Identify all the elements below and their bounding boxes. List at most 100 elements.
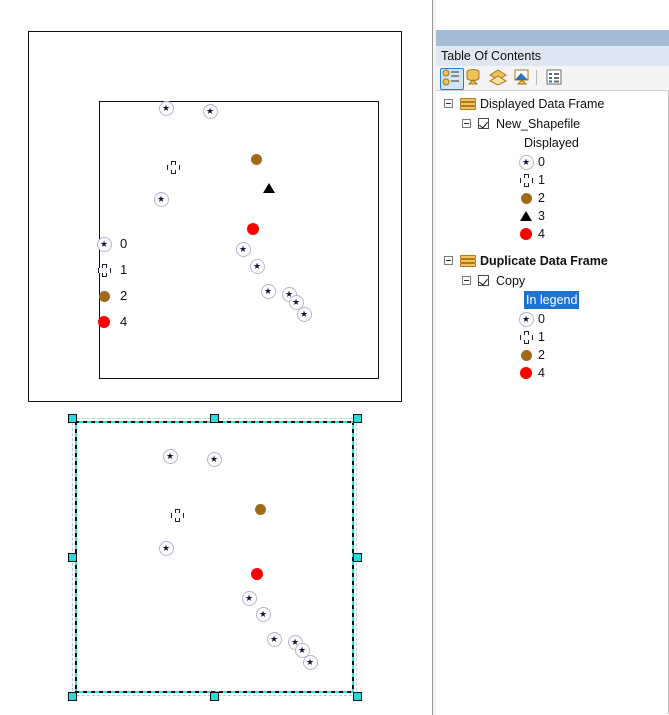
legend-value-label: 3 (538, 209, 545, 223)
cross-marker (97, 263, 111, 277)
legend-value-label: 0 (538, 312, 545, 326)
resize-handle[interactable] (67, 691, 77, 701)
legend-value-label: 4 (538, 366, 545, 380)
resize-handle[interactable] (67, 552, 77, 562)
circled-star-marker: ★ (266, 631, 282, 647)
legend-value-label: 2 (538, 191, 545, 205)
circled-star-marker: ★ (96, 236, 112, 252)
map-legend-value: 4 (120, 314, 128, 329)
panel-title-strip (436, 30, 669, 46)
toc-layer-node[interactable]: Copy (436, 272, 668, 290)
resize-handle[interactable] (210, 691, 219, 701)
toc-legend-row[interactable]: 2 (436, 189, 668, 207)
map-legend-value: 0 (120, 236, 128, 251)
resize-handle[interactable] (352, 691, 362, 701)
brown-dot-marker (520, 349, 532, 361)
toc-layer-node[interactable]: New_Shapefile (436, 115, 668, 133)
map-legend[interactable]: ★ 0 1 2 4 (92, 233, 152, 339)
circled-star-marker: ★ (202, 103, 218, 119)
cross-marker (170, 508, 184, 522)
toc-legend-row[interactable]: 4 (436, 364, 668, 382)
list-by-drawing-order-icon[interactable] (440, 68, 464, 90)
toc-legend-row[interactable]: 3 (436, 207, 668, 225)
page-frame[interactable] (28, 31, 402, 402)
toc-legend-row[interactable]: 1 (436, 171, 668, 189)
heading-label: Displayed (524, 136, 579, 150)
layout-view[interactable]: ★ ★ ★ ★ ★ ★ ★ ★ ★ ★ 0 1 2 4 ★ ★ ★ ★ ★ ★ ★ ★ ★ (0, 0, 432, 715)
data-frame-label: Duplicate Data Frame (480, 254, 608, 268)
expander-toggle[interactable] (462, 119, 471, 128)
toc-tree[interactable]: Displayed Data Frame New_Shapefile Display… (436, 91, 669, 714)
circled-star-marker: ★ (158, 100, 174, 116)
toc-legend-row[interactable]: 1 (436, 328, 668, 346)
list-by-selection-icon[interactable] (512, 68, 534, 88)
brown-dot-marker (98, 290, 110, 302)
cross-marker (519, 330, 533, 344)
toc-legend-row[interactable]: 4 (436, 225, 668, 243)
map-legend-row: 1 (92, 259, 152, 281)
legend-value-label: 4 (538, 227, 545, 241)
toc-legend-row[interactable]: ★ 0 (436, 310, 668, 328)
toc-heading[interactable]: Displayed (436, 134, 668, 152)
resize-handle[interactable] (210, 413, 219, 423)
layer-visibility-checkbox[interactable] (478, 275, 489, 286)
resize-handle[interactable] (67, 413, 77, 423)
expander-toggle[interactable] (462, 276, 471, 285)
circled-star-marker: ★ (235, 241, 251, 257)
red-dot-marker (247, 223, 259, 235)
map-legend-value: 1 (120, 262, 128, 277)
legend-value-label: 1 (538, 330, 545, 344)
toc-data-frame-node[interactable]: Displayed Data Frame (436, 95, 668, 113)
list-by-visibility-icon[interactable] (488, 68, 510, 88)
resize-handle[interactable] (352, 552, 362, 562)
resize-handle[interactable] (352, 413, 362, 423)
circled-star-marker: ★ (241, 590, 257, 606)
brown-dot-marker (250, 153, 262, 165)
toc-heading-selected[interactable]: In legend (436, 291, 668, 309)
circled-star-marker: ★ (296, 306, 312, 322)
layer-label: New_Shapefile (496, 117, 581, 131)
legend-value-label: 2 (538, 348, 545, 362)
expander-toggle[interactable] (444, 256, 453, 265)
layer-label: Copy (496, 274, 526, 288)
circled-star-marker: ★ (518, 154, 534, 170)
expander-toggle[interactable] (444, 99, 453, 108)
circled-star-marker: ★ (249, 258, 265, 274)
brown-dot-marker (254, 503, 266, 515)
cross-marker (166, 160, 180, 174)
layer-visibility-checkbox[interactable] (478, 118, 489, 129)
triangle-marker (520, 211, 532, 221)
toolbar-separator (536, 70, 537, 85)
list-by-source-icon[interactable] (464, 68, 486, 88)
cross-marker (519, 173, 533, 187)
triangle-marker (263, 183, 275, 193)
toc-legend-row[interactable]: ★ 0 (436, 153, 668, 171)
toc-header-label: Table Of Contents (441, 49, 542, 63)
map-legend-row: 4 (92, 311, 152, 333)
circled-star-marker: ★ (518, 311, 534, 327)
table-of-contents-panel[interactable]: Table Of Contents Displayed Data Frame Ne… (436, 0, 669, 715)
circled-star-marker: ★ (153, 191, 169, 207)
circled-star-marker: ★ (158, 540, 174, 556)
brown-dot-marker (520, 192, 532, 204)
data-frame-icon (460, 98, 476, 111)
heading-label: In legend (524, 291, 580, 309)
legend-value-label: 0 (538, 155, 545, 169)
map-legend-row: ★ 0 (92, 233, 152, 255)
red-dot-marker (98, 316, 110, 328)
circled-star-marker: ★ (260, 283, 276, 299)
data-frame-label: Displayed Data Frame (480, 97, 605, 111)
toc-data-frame-node[interactable]: Duplicate Data Frame (436, 252, 668, 270)
toc-toolbar[interactable] (436, 66, 669, 91)
toc-header-bar: Table Of Contents (436, 46, 669, 67)
circled-star-marker: ★ (162, 448, 178, 464)
red-dot-marker (520, 228, 532, 240)
toc-legend-row[interactable]: 2 (436, 346, 668, 364)
circled-star-marker: ★ (206, 451, 222, 467)
map-legend-value: 2 (120, 288, 128, 303)
options-icon[interactable] (544, 68, 566, 88)
data-frame-icon (460, 255, 476, 268)
legend-value-label: 1 (538, 173, 545, 187)
red-dot-marker (251, 568, 263, 580)
circled-star-marker: ★ (255, 606, 271, 622)
